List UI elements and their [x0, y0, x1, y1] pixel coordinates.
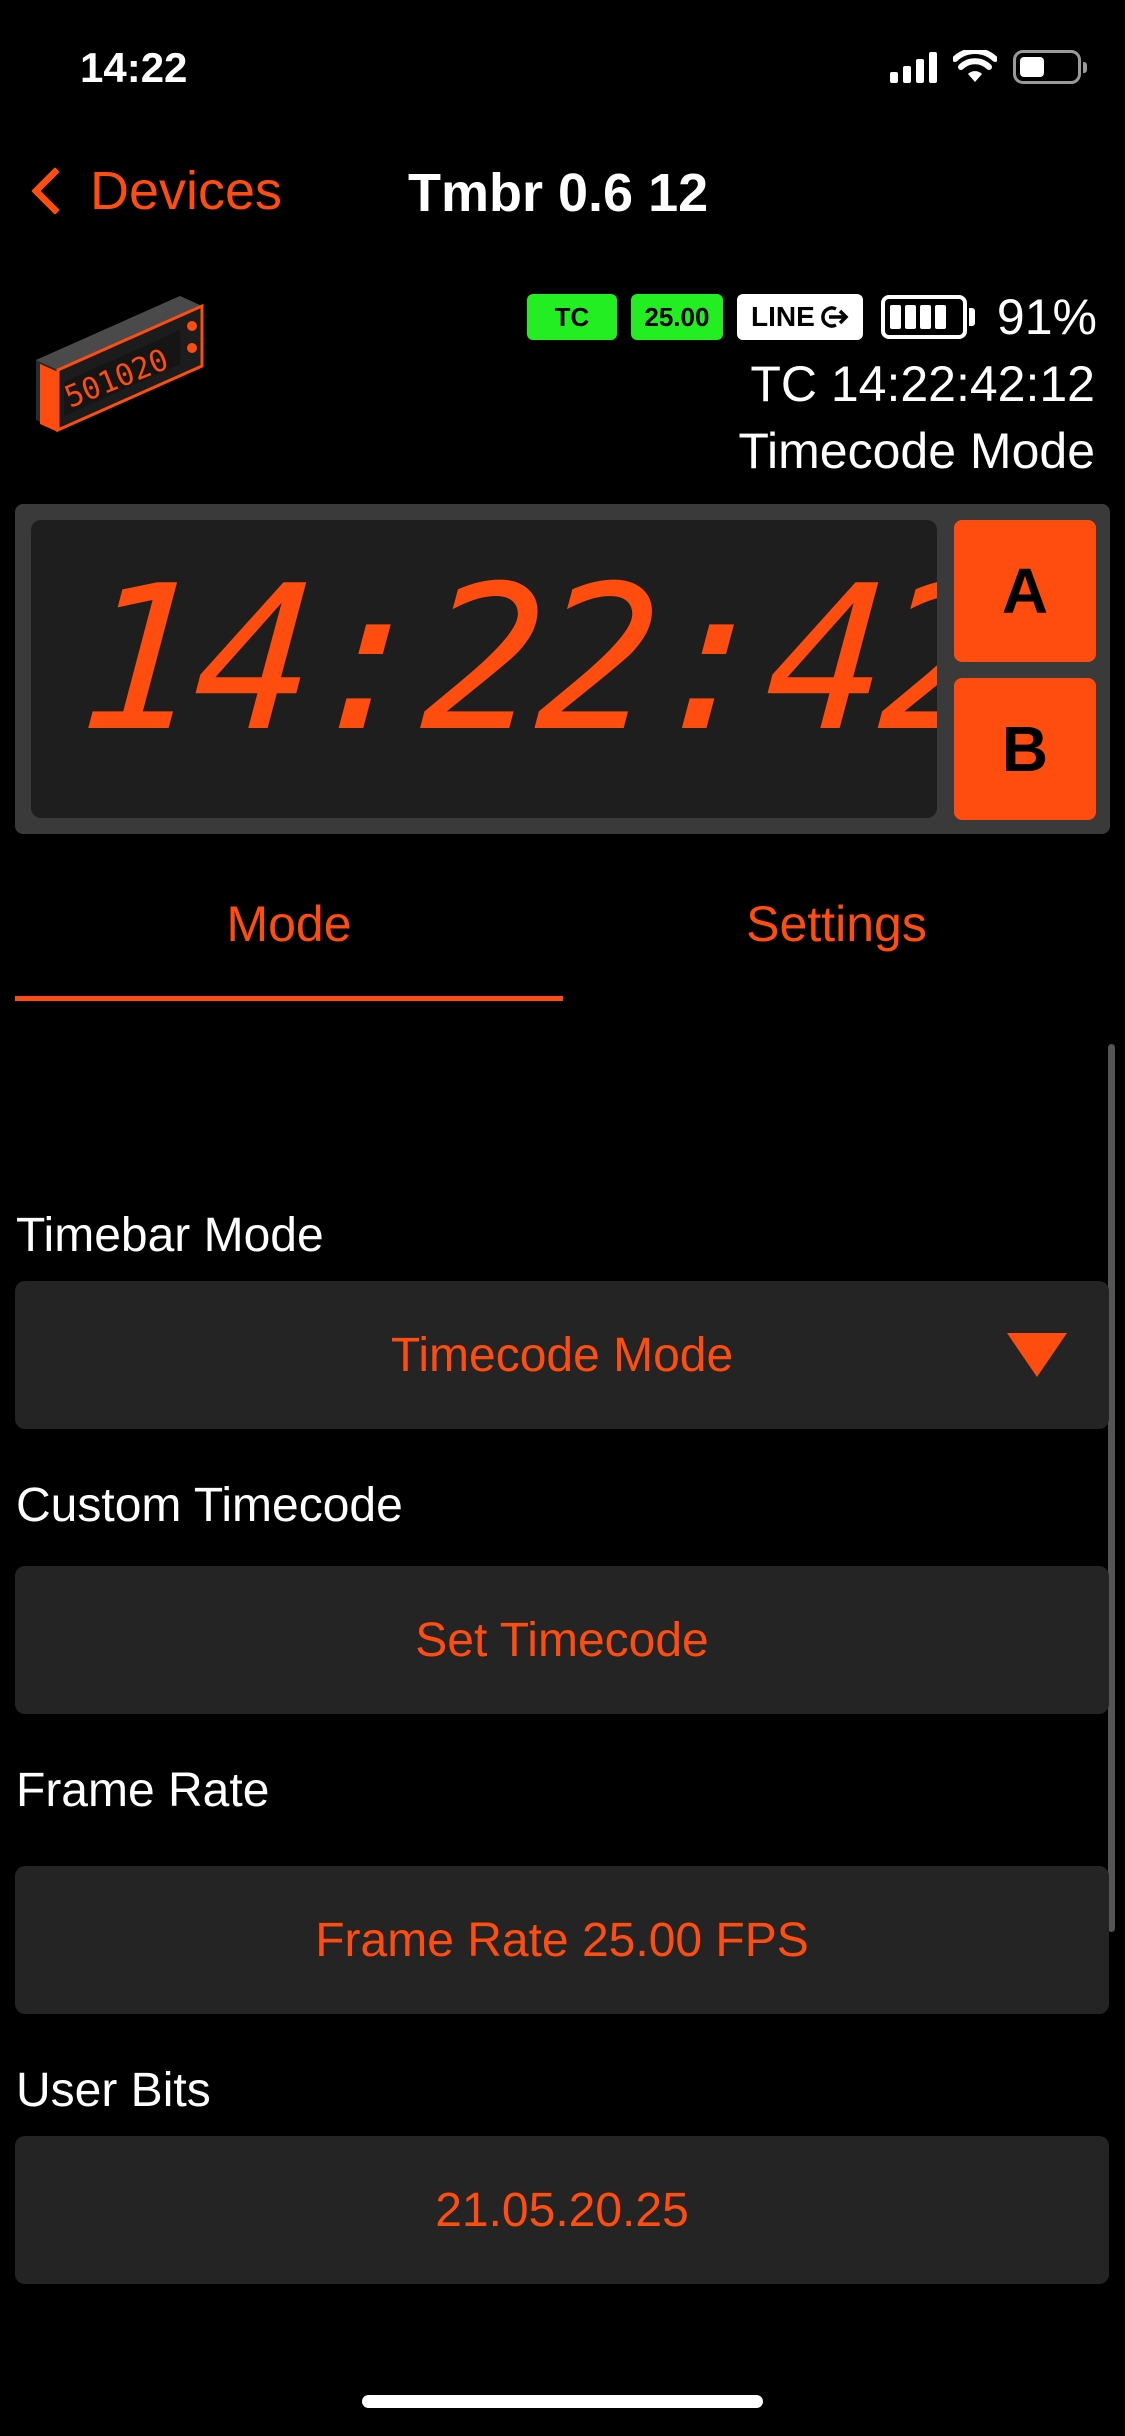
a-button[interactable]: A — [954, 520, 1096, 662]
device-mode: Timecode Mode — [738, 423, 1095, 479]
timebar-mode-dropdown[interactable]: Timecode Mode — [15, 1281, 1109, 1429]
back-button[interactable]: Devices — [22, 160, 282, 222]
tc-badge: TC — [526, 294, 617, 340]
page-title: Tmbr 0.6 12 — [408, 163, 709, 223]
scrollbar[interactable] — [1108, 1044, 1115, 1932]
timebar-mode-value: Timecode Mode — [390, 1328, 734, 1382]
line-badge: LINE — [736, 294, 863, 340]
device-status-badges: TC 25.00 LINE 91% — [526, 288, 1097, 346]
status-time: 14:22 — [80, 44, 188, 91]
tab-mode[interactable]: Mode — [15, 895, 563, 953]
timebar-mode-label: Timebar Mode — [16, 1209, 324, 1262]
dropdown-arrow-icon — [1007, 1333, 1067, 1377]
battery-icon — [1013, 50, 1087, 84]
device-battery-icon — [880, 295, 975, 339]
frame-rate-button[interactable]: Frame Rate 25.00 FPS — [15, 1866, 1109, 2014]
line-badge-label: LINE — [751, 301, 815, 332]
timecode-panel: 14:22:42:12 A B — [15, 504, 1110, 834]
status-icons — [890, 50, 1087, 84]
timecode-display: 14:22:42:12 — [72, 543, 937, 776]
back-label: Devices — [90, 161, 283, 221]
wifi-icon — [953, 50, 997, 82]
line-out-icon — [821, 306, 849, 328]
tab-settings[interactable]: Settings — [563, 895, 1110, 953]
home-indicator[interactable] — [362, 2395, 763, 2408]
timecode-screen: 14:22:42:12 — [31, 520, 937, 818]
cellular-signal-icon — [890, 51, 937, 83]
battery-percent: 91% — [996, 289, 1097, 345]
frame-rate-label: Frame Rate — [16, 1764, 270, 1817]
device-timecode: TC 14:22:42:12 — [750, 356, 1095, 412]
timebar-device-icon: 501020 — [36, 296, 204, 433]
fps-badge: 25.00 — [630, 294, 723, 340]
custom-timecode-label: Custom Timecode — [16, 1479, 403, 1532]
user-bits-field[interactable]: 21.05.20.25 — [15, 2136, 1109, 2284]
set-timecode-button[interactable]: Set Timecode — [15, 1566, 1109, 1714]
active-tab-indicator — [15, 996, 563, 1001]
b-button[interactable]: B — [954, 678, 1096, 820]
chevron-left-icon — [30, 166, 80, 216]
user-bits-label: User Bits — [16, 2064, 211, 2117]
